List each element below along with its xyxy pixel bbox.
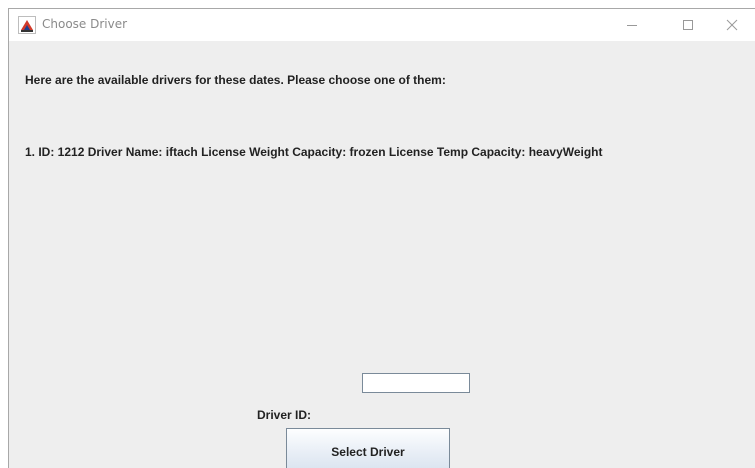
screen: Choose Driver Here are the available dri… — [0, 0, 755, 468]
driver-id-input[interactable] — [362, 373, 470, 393]
maximize-button[interactable] — [665, 9, 711, 41]
driver-id-label: Driver ID: — [257, 408, 312, 422]
title-bar[interactable]: Choose Driver — [9, 9, 755, 41]
minimize-button[interactable] — [609, 9, 655, 41]
close-icon — [726, 19, 738, 31]
minimize-icon — [627, 25, 637, 26]
java-cup-icon — [18, 16, 36, 34]
choose-driver-window: Choose Driver Here are the available dri… — [8, 8, 755, 468]
close-button[interactable] — [709, 9, 755, 41]
window-title: Choose Driver — [42, 17, 128, 31]
content-panel: Here are the available drivers for these… — [9, 41, 755, 468]
intro-text: Here are the available drivers for these… — [25, 73, 446, 87]
select-driver-button[interactable]: Select Driver — [286, 428, 450, 468]
driver-list-item: 1. ID: 1212 Driver Name: iftach License … — [25, 145, 603, 159]
maximize-icon — [683, 20, 693, 30]
